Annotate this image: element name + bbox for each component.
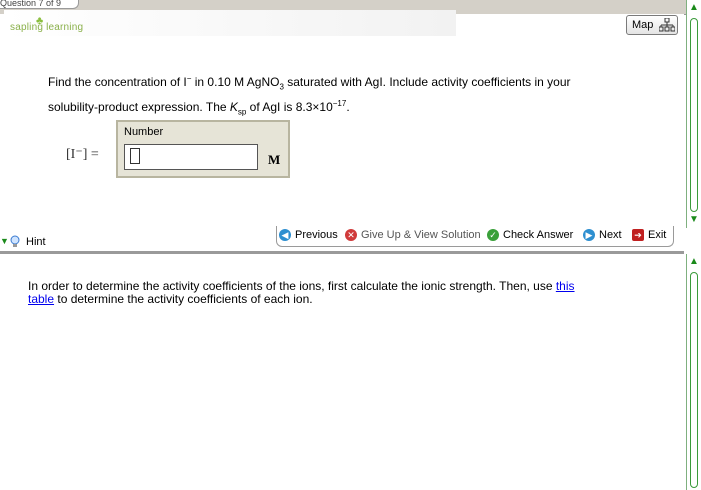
exit-button[interactable]: ➔ Exit xyxy=(632,229,666,241)
next-button[interactable]: ▶ Next xyxy=(583,229,622,241)
tab-title[interactable]: Question 7 of 9 xyxy=(0,0,79,9)
question-pane xyxy=(0,14,684,234)
arrow-left-icon: ◀ xyxy=(279,229,291,241)
scroll-thumb[interactable] xyxy=(690,18,698,212)
scroll-up-icon[interactable]: ▲ xyxy=(688,2,700,14)
navigation-bar: ◀ Previous ✕ Give Up & View Solution ✓ C… xyxy=(276,226,674,247)
input-cursor xyxy=(130,148,140,164)
close-circle-icon: ✕ xyxy=(345,229,357,241)
hint-scrollbar[interactable]: ▲ xyxy=(686,254,701,490)
hint-toggle[interactable]: Hint xyxy=(26,236,46,248)
iodide-concentration-label: [I⁻] = xyxy=(66,147,99,162)
unit-label: M xyxy=(268,152,281,167)
table-link-continued[interactable]: table xyxy=(28,292,54,306)
previous-button[interactable]: ◀ Previous xyxy=(279,229,338,241)
map-button[interactable]: Map xyxy=(626,15,678,35)
number-label: Number xyxy=(124,126,164,138)
scroll-thumb[interactable] xyxy=(690,272,698,488)
give-up-button[interactable]: ✕ Give Up & View Solution xyxy=(345,229,481,241)
answer-input[interactable] xyxy=(124,144,258,170)
hint-collapse-icon[interactable]: ▼ xyxy=(0,236,9,246)
exit-icon: ➔ xyxy=(632,229,644,241)
scroll-down-icon[interactable]: ▼ xyxy=(688,214,700,226)
lightbulb-icon xyxy=(10,235,20,251)
sapling-logo-text: sapling learning xyxy=(10,22,84,33)
table-link[interactable]: this xyxy=(556,279,575,293)
sitemap-icon xyxy=(658,17,676,38)
hint-text: In order to determine the activity coeff… xyxy=(28,279,575,306)
answer-panel: Number M xyxy=(116,120,290,178)
question-text: Find the concentration of I− in 0.10 M A… xyxy=(48,74,571,117)
question-scrollbar[interactable]: ▲ ▼ xyxy=(686,0,701,228)
map-button-label: Map xyxy=(632,19,654,31)
check-answer-button[interactable]: ✓ Check Answer xyxy=(487,229,573,241)
scroll-up-icon[interactable]: ▲ xyxy=(688,256,700,268)
check-circle-icon: ✓ xyxy=(487,229,499,241)
arrow-right-icon: ▶ xyxy=(583,229,595,241)
